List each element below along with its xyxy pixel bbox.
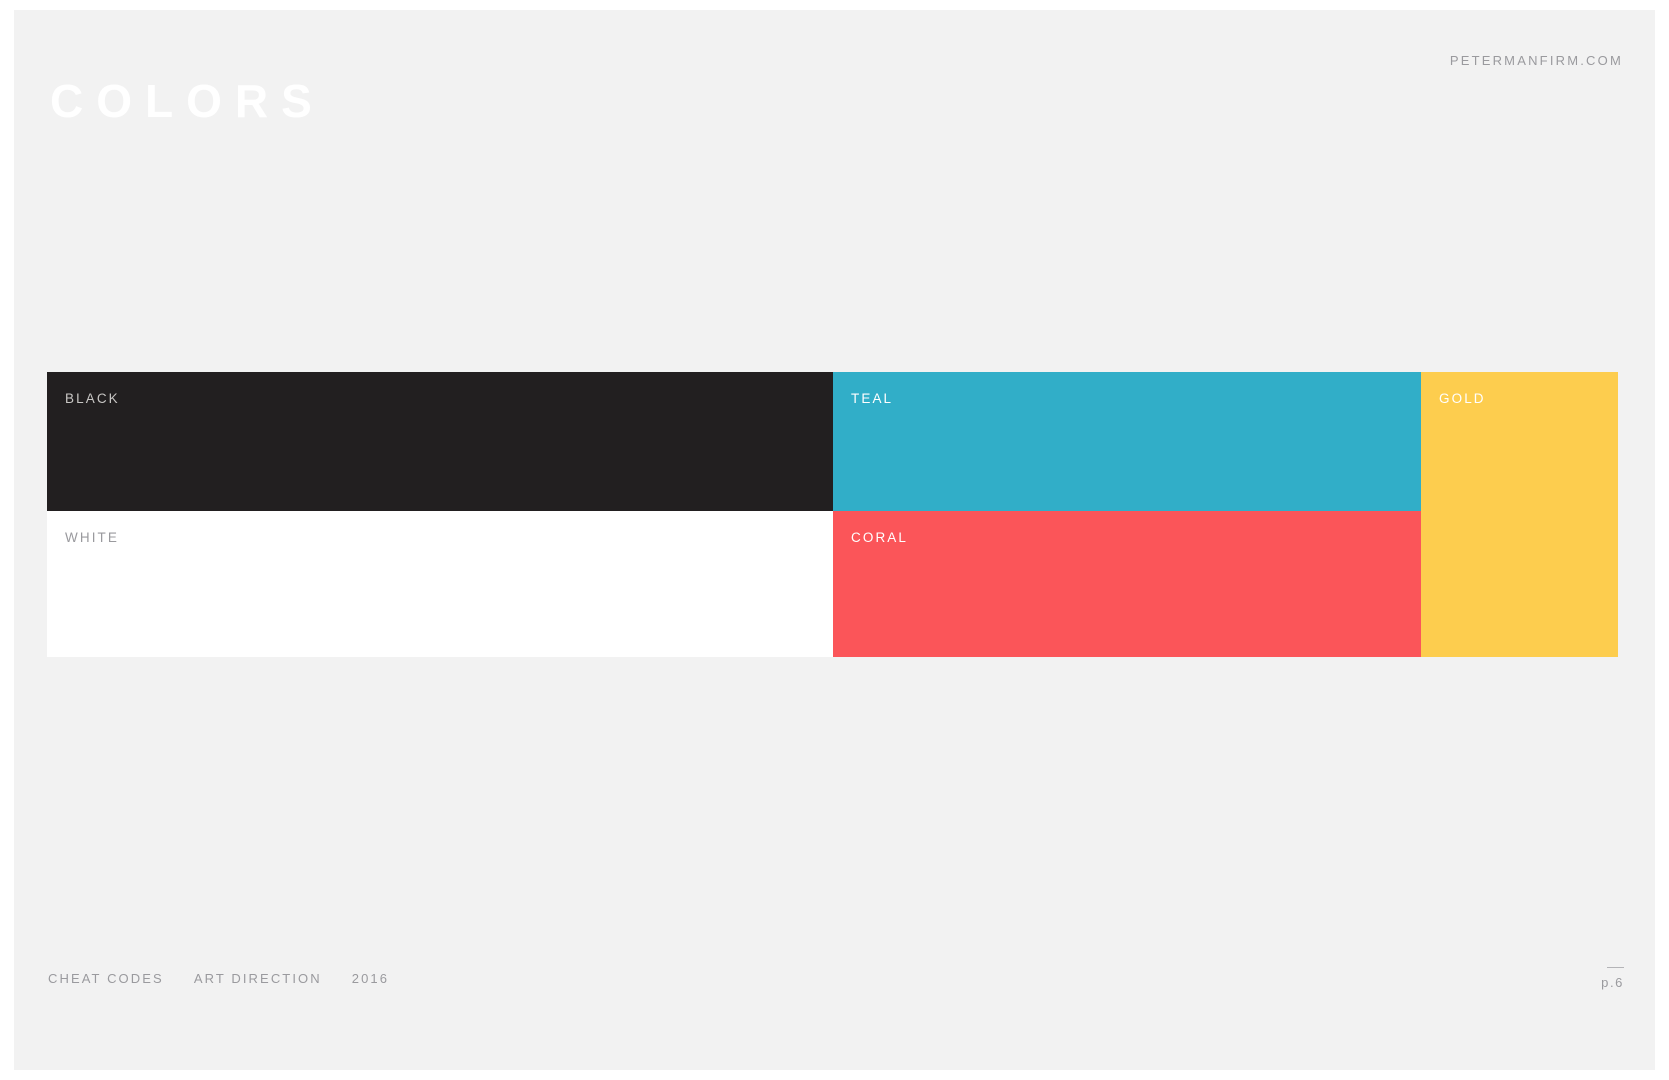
color-swatch-coral[interactable]: CORAL [833,511,1421,657]
footer-project-name: CHEAT CODES [48,971,164,986]
color-swatch-gold[interactable]: GOLD [1421,372,1618,657]
footer-discipline: ART DIRECTION [193,971,322,986]
page-title: COLORS [50,74,325,127]
palette-column-gold: GOLD [1421,372,1618,657]
color-palette-grid: BLACK WHITE TEAL CORAL GOLD [47,372,1618,657]
site-url: PETERMANFIRM.COM [1449,53,1623,68]
swatch-label-black: BLACK [65,391,120,406]
page-indicator: p.6 [1601,967,1624,990]
swatch-label-coral: CORAL [851,530,909,545]
page-rule-divider [1607,967,1624,968]
swatch-label-white: WHITE [65,530,119,545]
swatch-label-teal: TEAL [851,391,894,406]
color-swatch-white[interactable]: WHITE [47,511,833,657]
footer-year: 2016 [351,971,390,986]
palette-column-accent: TEAL CORAL [833,372,1421,657]
swatch-label-gold: GOLD [1439,391,1486,406]
slide-canvas: COLORS PETERMANFIRM.COM BLACK WHITE TEAL… [14,10,1655,1070]
palette-column-neutral: BLACK WHITE [47,372,833,657]
color-swatch-teal[interactable]: TEAL [833,372,1421,511]
footer-meta: CHEAT CODES ART DIRECTION 2016 [48,971,389,986]
color-swatch-black[interactable]: BLACK [47,372,833,511]
page-number: p.6 [1601,975,1624,990]
